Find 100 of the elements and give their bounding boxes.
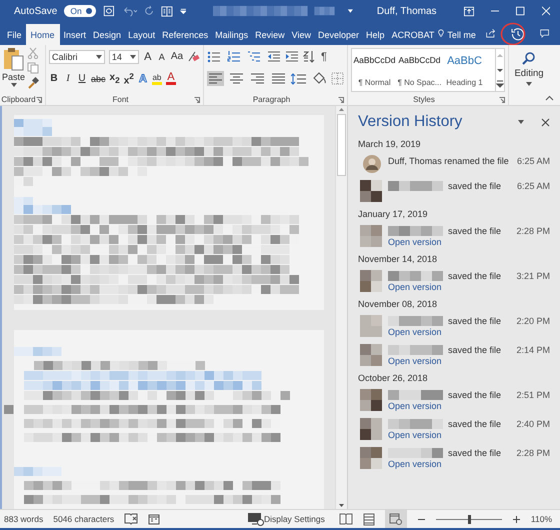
font-name-field[interactable]: Calibri: [49, 50, 105, 64]
collapse-ribbon-icon[interactable]: [545, 95, 554, 101]
font-color-button[interactable]: A: [166, 72, 176, 85]
bold-button[interactable]: B: [49, 73, 59, 84]
align-justify-button[interactable]: [270, 71, 287, 86]
open-version-link[interactable]: Open version: [388, 356, 442, 366]
bullets-icon[interactable]: [207, 50, 223, 62]
shrink-font-button[interactable]: A: [156, 52, 167, 62]
web-layout-button[interactable]: [384, 510, 407, 528]
open-version-link[interactable]: Open version: [388, 327, 442, 337]
maximize-icon[interactable]: [516, 6, 525, 16]
open-version-link[interactable]: Open version: [388, 237, 442, 247]
shading-icon[interactable]: [311, 72, 327, 85]
font-size-field[interactable]: 14: [108, 50, 139, 64]
open-version-link[interactable]: Open version: [388, 401, 442, 411]
eraser-icon[interactable]: [187, 50, 200, 63]
display-settings-button[interactable]: Display Settings: [264, 514, 325, 524]
superscript-button[interactable]: x$^{2}$: [124, 70, 134, 86]
entry-time: 6:25 AM: [516, 156, 550, 166]
highlight-button[interactable]: ab: [152, 72, 162, 84]
line-spacing-icon[interactable]: [291, 72, 307, 84]
ribbon-tab[interactable]: Help: [363, 24, 388, 45]
dialog-launcher-icon[interactable]: [499, 97, 505, 103]
align-left-button[interactable]: [207, 71, 224, 86]
macro-icon[interactable]: [148, 513, 160, 525]
title-caret-icon[interactable]: [347, 8, 354, 14]
word-count[interactable]: 883 words: [4, 514, 44, 524]
autosave-toggle[interactable]: On: [64, 5, 96, 17]
ribbon-tab[interactable]: File: [4, 24, 25, 45]
undo-icon[interactable]: [122, 5, 137, 17]
close-icon[interactable]: [541, 118, 550, 126]
ribbon-tab[interactable]: Review: [252, 24, 288, 45]
multilevel-list-icon[interactable]: [247, 50, 263, 62]
highlight-circle: [500, 22, 526, 46]
borders-icon[interactable]: [331, 72, 344, 85]
entry-time: 2:40 PM: [516, 418, 550, 428]
dialog-launcher-icon[interactable]: [194, 97, 200, 103]
autosave-label: AutoSave: [14, 6, 58, 16]
ribbon-tab[interactable]: Layout: [125, 24, 158, 45]
redo-icon[interactable]: [144, 5, 154, 17]
ribbon-tab[interactable]: ACROBAT: [388, 24, 438, 45]
ribbon-tab[interactable]: References: [159, 24, 212, 45]
panel-options-icon[interactable]: [517, 119, 525, 125]
user-name[interactable]: Duff, Thomas: [376, 6, 437, 16]
ribbon-display-icon[interactable]: [464, 6, 474, 16]
share-icon[interactable]: [486, 27, 496, 40]
ribbon-tab[interactable]: Developer: [315, 24, 362, 45]
grow-font-button[interactable]: A: [142, 50, 153, 62]
date-heading: October 26, 2018: [358, 373, 429, 383]
group-label: Styles: [413, 95, 435, 104]
history-icon[interactable]: [510, 26, 525, 40]
zoom-in-icon[interactable]: [512, 514, 521, 524]
ribbon-tab[interactable]: View: [288, 24, 314, 45]
style-option[interactable]: AaBbC Heading 1: [442, 49, 487, 91]
open-version-link[interactable]: Open version: [388, 282, 442, 292]
group-label: Clipboard: [1, 95, 36, 104]
dialog-launcher-icon[interactable]: [338, 97, 344, 103]
ribbon-tab[interactable]: Home: [26, 24, 60, 45]
numbering-icon[interactable]: [227, 50, 243, 62]
customize-caret-icon[interactable]: [180, 7, 186, 15]
change-case-button[interactable]: Aa: [170, 51, 184, 62]
style-option[interactable]: AaBbCcDd ¶ Normal: [352, 49, 397, 91]
ribbon-tab[interactable]: Mailings: [212, 24, 252, 45]
decrease-indent-icon[interactable]: [267, 50, 281, 62]
comments-icon[interactable]: [540, 27, 549, 40]
caret-icon: [526, 82, 532, 86]
increase-indent-icon[interactable]: [285, 50, 299, 62]
date-heading: March 19, 2019: [358, 139, 422, 149]
open-version-link[interactable]: Open version: [388, 430, 442, 440]
show-marks-button[interactable]: ¶: [319, 50, 329, 62]
align-center-button[interactable]: [228, 71, 245, 86]
character-count[interactable]: 5046 characters: [53, 514, 114, 524]
editing-button[interactable]: Editing: [509, 45, 549, 86]
zoom-level[interactable]: 110%: [530, 514, 552, 524]
caret-icon: [130, 54, 136, 58]
print-layout-icon[interactable]: [362, 512, 375, 526]
history-entry-text: Duff, Thomas renamed the file: [388, 156, 510, 166]
ribbon-tab[interactable]: Design: [90, 24, 124, 45]
sync-save-icon[interactable]: [102, 4, 115, 18]
proofing-icon[interactable]: [124, 513, 138, 525]
style-option[interactable]: AaBbCcDd ¶ No Spac...: [397, 49, 442, 91]
dialog-launcher-icon[interactable]: [36, 97, 42, 103]
scroll-thumb[interactable]: [337, 114, 346, 176]
entry-time: 2:51 PM: [516, 390, 550, 400]
italic-button[interactable]: I: [63, 73, 73, 84]
format-painter-icon[interactable]: [27, 77, 40, 89]
sort-icon[interactable]: [303, 50, 315, 63]
ribbon-tab[interactable]: Insert: [60, 24, 90, 45]
zoom-slider[interactable]: [468, 514, 471, 524]
display-settings-icon[interactable]: [248, 512, 264, 526]
open-version-link[interactable]: Open version: [388, 459, 442, 469]
underline-button[interactable]: U: [77, 73, 87, 84]
subscript-button[interactable]: x$_{2}$: [110, 72, 120, 85]
read-mode-icon[interactable]: [338, 513, 353, 525]
paste-button[interactable]: Paste: [2, 47, 26, 94]
align-right-button[interactable]: [249, 71, 266, 86]
strikethrough-button[interactable]: abc: [91, 74, 106, 84]
tell-me-button[interactable]: Tell me: [445, 24, 479, 45]
blurred-name-drawing: [388, 448, 446, 458]
layout-icon[interactable]: [160, 4, 173, 18]
